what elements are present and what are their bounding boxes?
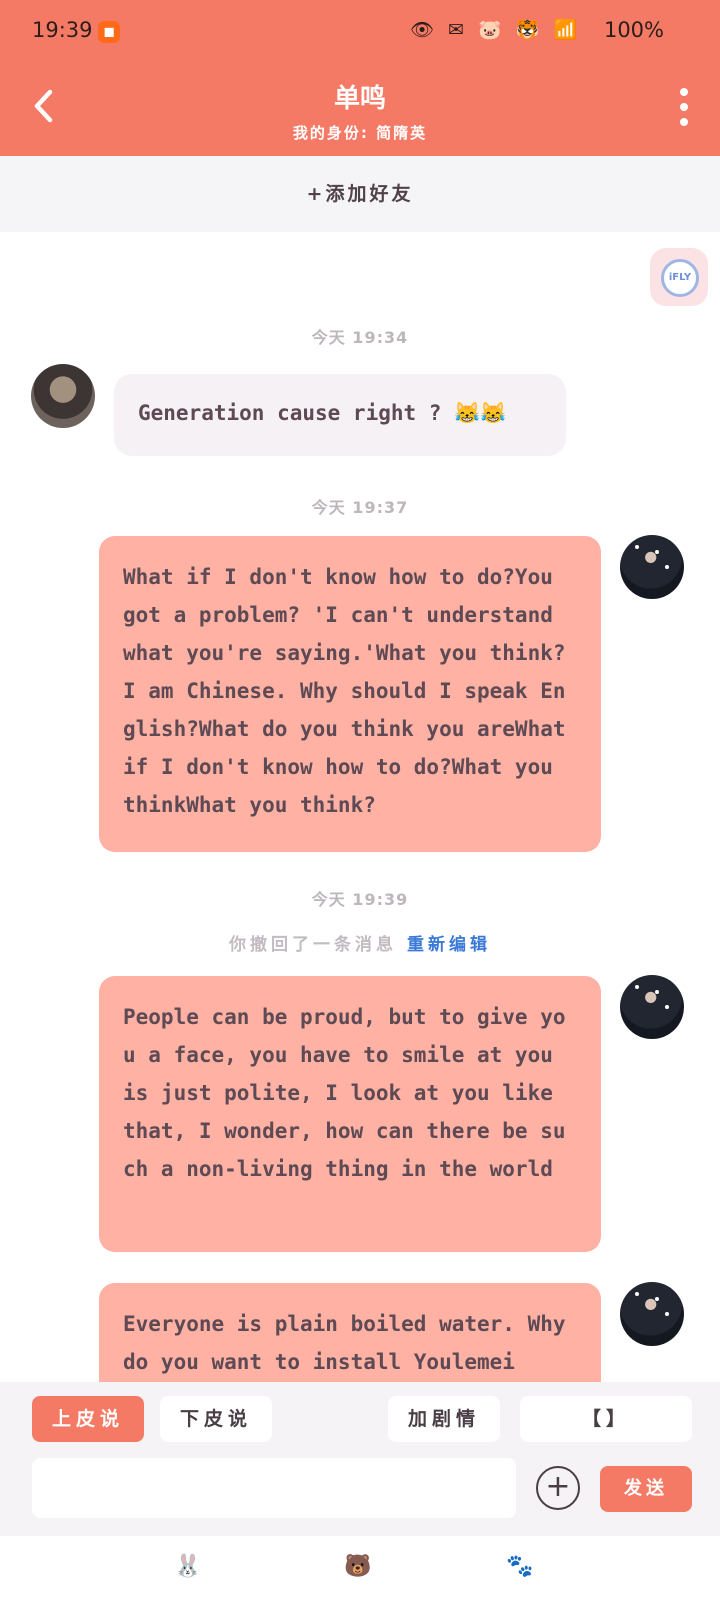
more-menu-button[interactable] [678, 88, 690, 132]
chat-title: 单鸣 [333, 84, 386, 114]
message-bubble-left[interactable]: Generation cause right ? 😹😹 [114, 374, 566, 456]
my-identity: 我的身份: 简隋英 [292, 124, 428, 142]
recall-notice: 你撤回了一条消息 重新编辑 [0, 930, 720, 955]
avatar-self[interactable] [620, 535, 684, 599]
avatar-self[interactable] [620, 975, 684, 1039]
lower-skin-button[interactable]: 下皮说 [160, 1396, 272, 1442]
kuaishou-icon: ◼ [98, 21, 120, 43]
ifly-icon: iFLY [661, 259, 699, 297]
timestamp: 今天 19:37 [311, 498, 409, 517]
bear-icon[interactable]: 🐻 [338, 1554, 378, 1594]
message-bubble-right[interactable]: What if I don't know how to do?You got a… [99, 536, 601, 852]
bottom-tab-bar: 🐰 🐻 🐾 [0, 1536, 720, 1612]
composer-panel: 上皮说 下皮说 加剧情 【】 + 发送 [0, 1382, 720, 1536]
status-bar: 19:39 ◼ 👁 ✉ 🐷 🐯 📶 100% [0, 0, 720, 64]
recall-text: 你撤回了一条消息 [229, 935, 397, 955]
status-time: 19:39 [32, 18, 93, 42]
more-dot-icon [680, 118, 688, 126]
plus-icon[interactable]: + [536, 1466, 580, 1510]
timestamp: 今天 19:39 [311, 890, 409, 909]
chat-header: 单鸣 我的身份: 简隋英 [0, 64, 720, 156]
more-dot-icon [680, 88, 688, 96]
re-edit-link[interactable]: 重新编辑 [407, 935, 491, 955]
avatar-self[interactable] [620, 1282, 684, 1346]
status-icons: 👁 ✉ 🐷 🐯 📶 [410, 19, 582, 41]
add-plot-button[interactable]: 加剧情 [388, 1396, 500, 1442]
rabbit-icon[interactable]: 🐰 [168, 1554, 208, 1594]
message-input[interactable] [32, 1458, 516, 1518]
avatar-other[interactable] [31, 364, 95, 428]
ifly-floating-button[interactable]: iFLY [650, 248, 708, 306]
battery-percentage: 100% [603, 18, 664, 42]
timestamp: 今天 19:34 [311, 328, 409, 347]
message-bubble-right[interactable]: People can be proud, but to give you a f… [99, 976, 601, 1252]
add-friend-button[interactable]: +添加好友 [0, 156, 720, 232]
more-dot-icon [680, 103, 688, 111]
paw-icon[interactable]: 🐾 [500, 1554, 540, 1594]
bracket-button[interactable]: 【】 [520, 1396, 692, 1442]
send-button[interactable]: 发送 [600, 1466, 692, 1512]
upper-skin-button[interactable]: 上皮说 [32, 1396, 144, 1442]
